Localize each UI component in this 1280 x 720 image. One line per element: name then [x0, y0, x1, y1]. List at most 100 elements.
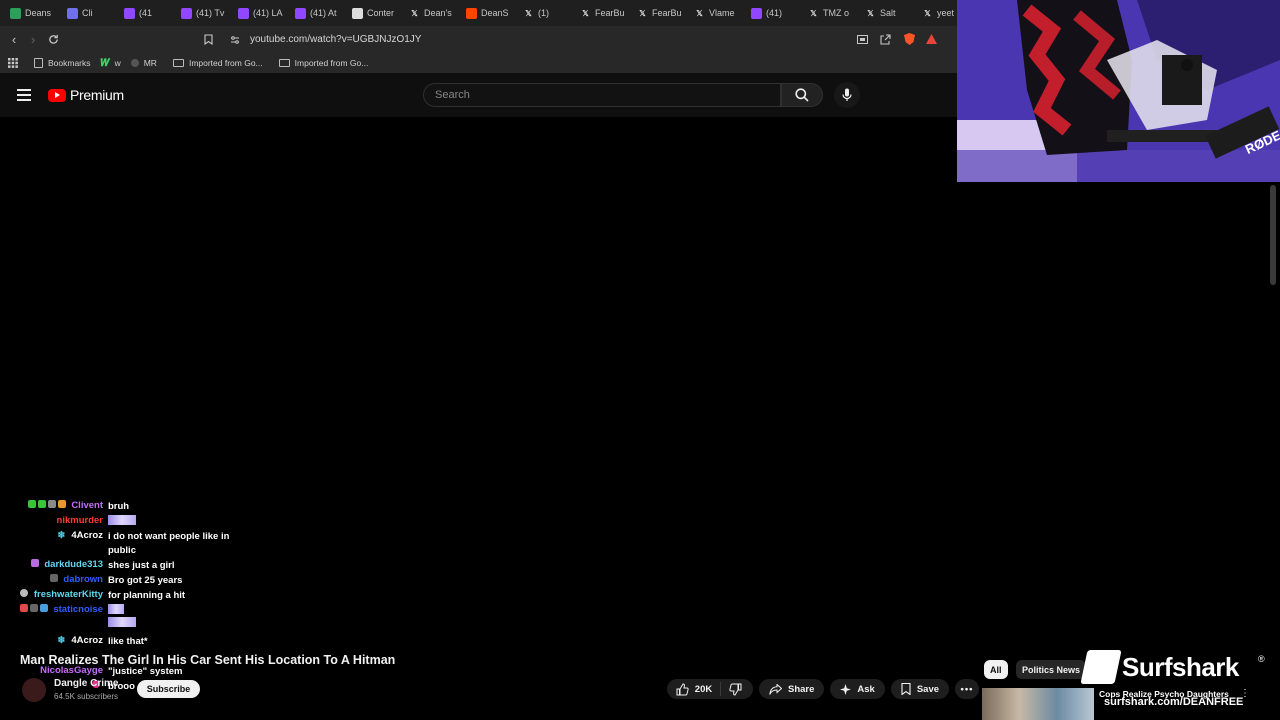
chat-text: "justice" system — [108, 666, 183, 677]
browser-tab[interactable]: (41) — [741, 0, 798, 26]
share-page-icon[interactable] — [875, 29, 895, 49]
chat-badges — [27, 500, 66, 508]
browser-tab[interactable]: Conter — [342, 0, 399, 26]
forward-icon[interactable]: › — [23, 29, 43, 49]
chat-message: dabrown Bro got 25 years — [0, 574, 248, 588]
browser-tab[interactable]: (41) Tv — [171, 0, 228, 26]
tab-label: Conter — [367, 8, 395, 18]
site-info-icon[interactable] — [230, 35, 240, 45]
save-button[interactable]: Save — [890, 679, 950, 699]
tab-favicon-icon: 𝕏 — [639, 8, 646, 18]
chat-user-name: 4Acroz — [71, 530, 103, 541]
filter-chip-all[interactable]: All — [984, 660, 1008, 679]
chat-message: staticnoise — [0, 604, 248, 630]
channel-name[interactable]: Dangle Crime — [54, 678, 118, 689]
chat-username: Clivent — [0, 500, 108, 511]
browser-tab[interactable]: 𝕏 Vlame — [684, 0, 741, 26]
browser-tab[interactable]: (41) At — [285, 0, 342, 26]
browser-tab[interactable]: 𝕏 Dean's — [399, 0, 456, 26]
reload-icon[interactable] — [43, 29, 63, 49]
chat-message: Clivent bruh — [0, 500, 248, 514]
sparkle-icon — [840, 683, 852, 695]
back-icon[interactable]: ‹ — [4, 29, 24, 49]
apps-grid-icon[interactable] — [8, 58, 18, 68]
tab-favicon-icon: 𝕏 — [582, 8, 589, 18]
subscriber-count: 64.5K subscribers — [54, 692, 119, 701]
share-button[interactable]: Share — [759, 679, 825, 699]
page-scrollbar[interactable] — [1270, 185, 1276, 285]
bookmark-label: MR — [143, 58, 157, 68]
menu-icon[interactable] — [17, 89, 31, 101]
chat-username: ❄ 4Acroz — [0, 635, 108, 646]
search-input[interactable]: Search — [423, 83, 781, 107]
bookmark-label: Imported from Go... — [294, 58, 369, 68]
tab-favicon-icon — [466, 7, 477, 19]
chat-emote — [108, 515, 248, 530]
bookmark-label: Imported from Go... — [188, 58, 263, 68]
browser-tab[interactable]: (41 — [114, 0, 171, 26]
like-count: 20K — [694, 683, 713, 695]
voice-search-button[interactable] — [834, 82, 860, 108]
browser-tab[interactable]: Cli — [57, 0, 114, 26]
ask-label: Ask — [857, 683, 875, 695]
channel-avatar[interactable] — [22, 678, 46, 702]
bookmark-folder-icon — [34, 58, 43, 68]
address-bar[interactable]: youtube.com/watch?v=UGBJNJzO1JY — [222, 29, 946, 50]
bookmark-page-icon[interactable] — [198, 29, 218, 49]
browser-tab[interactable]: 𝕏 Salt — [855, 0, 912, 26]
chat-username: freshwaterKitty — [0, 589, 108, 600]
tab-label: (41 — [139, 8, 153, 18]
chat-text: bruh — [108, 501, 130, 512]
browser-tab[interactable]: (41) LA — [228, 0, 285, 26]
tab-favicon-icon — [751, 7, 762, 19]
tab-label: Salt — [880, 8, 896, 18]
filter-chip-politics-news[interactable]: Politics News — [1016, 660, 1087, 679]
browser-tab[interactable]: 𝕏 FearBu — [570, 0, 627, 26]
surfshark-logo-icon — [1080, 650, 1122, 684]
chat-text: shes just a girl — [108, 560, 175, 571]
bookmark-folder[interactable]: Imported from Go... — [172, 58, 263, 68]
tab-label: (1) — [538, 8, 549, 18]
browser-tab[interactable]: 𝕏 TMZ o — [798, 0, 855, 26]
chat-badges — [20, 589, 29, 597]
bookmark-icon — [901, 683, 911, 695]
chat-user-name: darkdude313 — [44, 559, 103, 570]
bookmark-label: w — [114, 58, 121, 68]
microphone-icon — [842, 88, 852, 101]
subscribe-button[interactable]: Subscribe — [137, 680, 200, 698]
chat-user-name: staticnoise — [53, 604, 103, 615]
tab-label: FearBu — [652, 8, 682, 18]
browser-tab[interactable]: 𝕏 (1) — [513, 0, 570, 26]
webcam-overlay: RØDE — [957, 0, 1280, 182]
bookmark-item[interactable]: Bookmarks — [34, 58, 91, 68]
folder-icon — [278, 59, 290, 67]
youtube-logo[interactable]: Premium — [48, 87, 124, 103]
cast-icon[interactable] — [852, 29, 872, 49]
more-horizontal-icon: ••• — [960, 683, 974, 695]
browser-tab[interactable]: 𝕏 FearBu — [627, 0, 684, 26]
dislike-button[interactable] — [721, 683, 750, 696]
tab-label: Dean's — [424, 8, 452, 18]
like-button[interactable]: 20K — [670, 682, 722, 696]
browser-tab[interactable]: Deans — [0, 0, 57, 26]
thumbs-up-icon — [676, 682, 689, 695]
tab-favicon-icon: 𝕏 — [810, 8, 817, 18]
bookmark-item[interactable]: 𝑾 w — [101, 58, 121, 69]
rewards-icon[interactable] — [921, 29, 941, 49]
tab-favicon-icon: 𝕏 — [867, 8, 874, 18]
more-actions-button[interactable]: ••• — [955, 679, 980, 699]
ask-button[interactable]: Ask — [830, 679, 885, 699]
tab-label: TMZ o — [823, 8, 849, 18]
brave-shield-icon[interactable] — [899, 29, 919, 49]
search-button[interactable] — [781, 83, 823, 107]
chat-text: like that* — [108, 636, 148, 647]
recommended-thumbnail[interactable] — [982, 688, 1094, 720]
browser-tab[interactable]: DeanS — [456, 0, 513, 26]
bookmark-folder[interactable]: Imported from Go... — [278, 58, 369, 68]
search-icon — [795, 88, 809, 102]
registered-icon: ® — [1258, 654, 1265, 664]
chat-user-name: 4Acroz — [71, 635, 103, 646]
thumbs-down-icon — [729, 683, 742, 696]
share-icon — [769, 683, 782, 695]
bookmark-item[interactable]: MR — [130, 58, 157, 68]
